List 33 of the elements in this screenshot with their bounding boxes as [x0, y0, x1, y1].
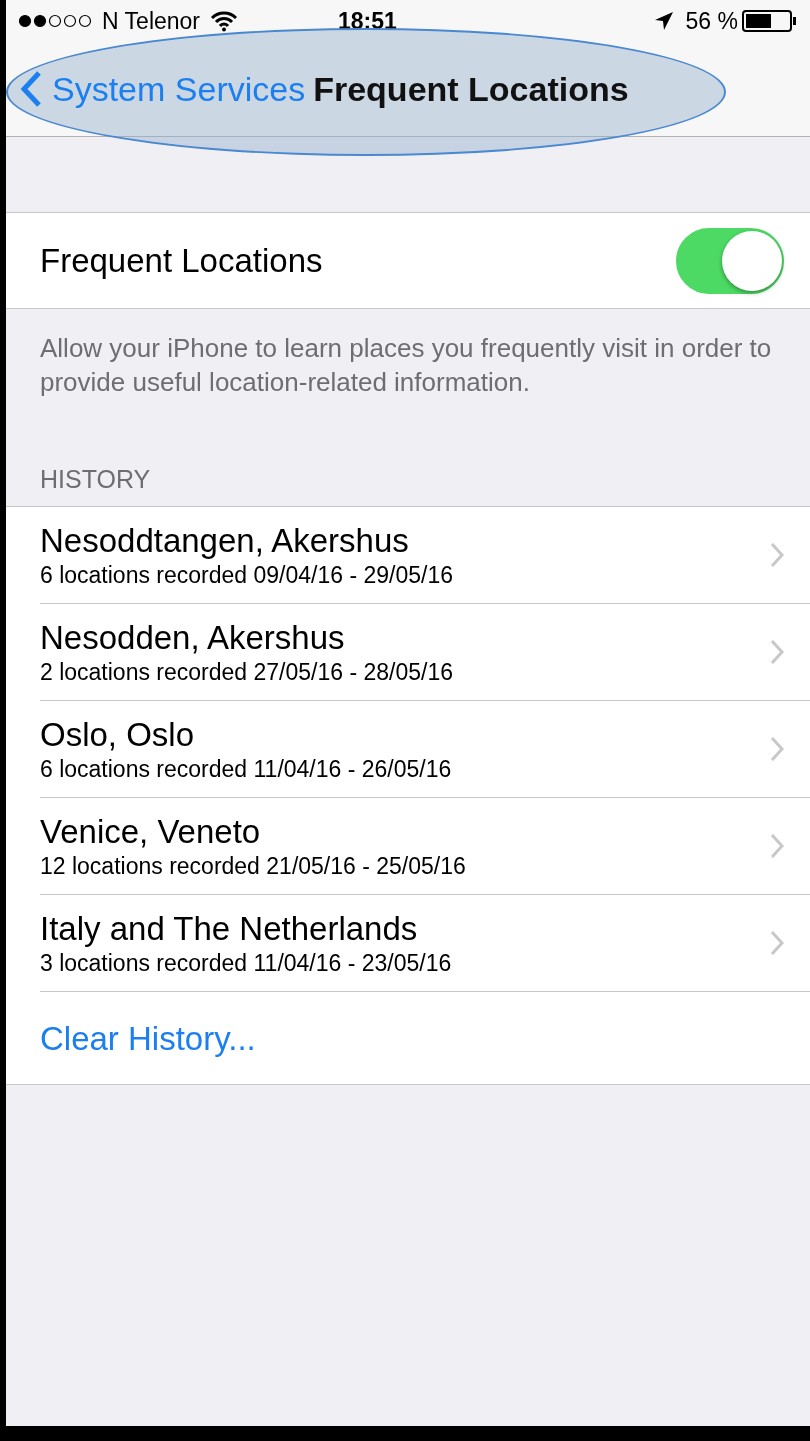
chevron-right-icon: [770, 930, 784, 956]
location-title: Nesodden, Akershus: [40, 618, 346, 657]
location-title: Nesoddtangen, Akershus: [40, 521, 410, 560]
location-title: Italy and The Netherlands: [40, 909, 419, 948]
battery-icon: [742, 10, 798, 32]
history-row[interactable]: Nesodden, Akershus 2 locations recorded 27/05/16 - 28/05/16: [40, 604, 810, 701]
history-row[interactable]: Venice, Veneto 12 locations recorded 21/05/16 - 25/05/16: [40, 798, 810, 895]
battery-percentage: 56 %: [685, 7, 738, 35]
toggle-switch[interactable]: [676, 227, 784, 294]
location-subtitle: 6 locations recorded 11/04/16 - 26/05/16: [40, 755, 452, 783]
wifi-icon: [210, 10, 239, 32]
chevron-right-icon: [770, 542, 784, 568]
clear-history-link[interactable]: Clear History...: [40, 1020, 256, 1058]
chevron-right-icon: [770, 736, 784, 762]
page-title: Frequent Locations: [313, 69, 629, 109]
history-row[interactable]: Nesoddtangen, Akershus 6 locations recorded 09/04/16 - 29/05/16: [40, 507, 810, 604]
location-subtitle: 12 locations recorded 21/05/16 - 25/05/16: [40, 852, 466, 880]
location-title: Oslo, Oslo: [40, 715, 196, 754]
history-row[interactable]: Oslo, Oslo 6 locations recorded 11/04/16 - 26/05/16: [40, 701, 810, 798]
location-title: Venice, Veneto: [40, 812, 262, 851]
location-subtitle: 6 locations recorded 09/04/16 - 29/05/16: [40, 561, 453, 589]
setting-label: Frequent Locations: [40, 241, 323, 280]
location-subtitle: 3 locations recorded 11/04/16 - 23/05/16: [40, 949, 452, 977]
history-row[interactable]: Italy and The Netherlands 3 locations recorded 11/04/16 - 23/05/16: [40, 895, 810, 992]
location-arrow-icon: [653, 11, 674, 31]
section-header: HISTORY: [39, 464, 152, 495]
chevron-right-icon: [770, 639, 784, 665]
location-subtitle: 2 locations recorded 27/05/16 - 28/05/16: [40, 658, 453, 686]
chevron-right-icon: [770, 833, 784, 859]
description-text: Allow your iPhone to learn places you frequently visit in order to provide useful location-related information.: [39, 332, 773, 399]
carrier-name: N Telenor: [102, 7, 201, 35]
clock-time: 18:51: [338, 7, 397, 35]
chevron-left-icon: [20, 70, 42, 108]
